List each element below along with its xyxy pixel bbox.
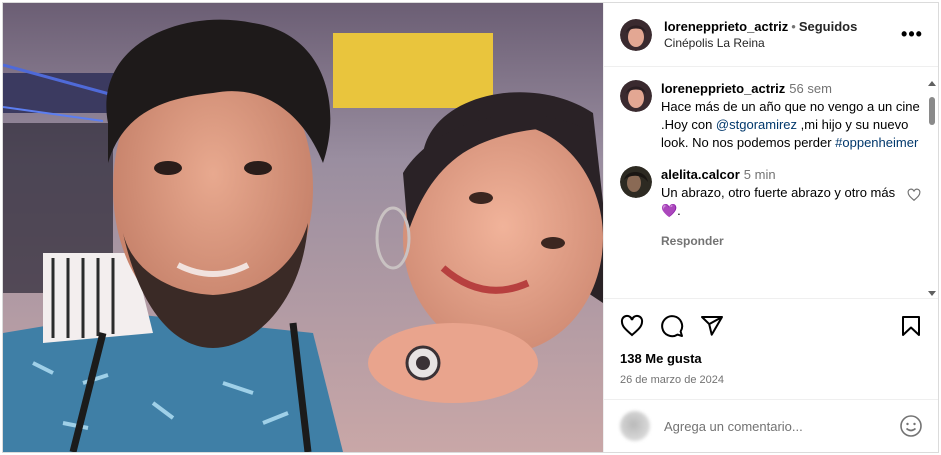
action-icons [620,313,923,339]
post-date[interactable]: 26 de marzo de 2024 [620,374,923,386]
share-icon[interactable] [700,314,724,338]
scroll-down-icon[interactable] [928,291,936,296]
scroll-up-icon[interactable] [928,81,936,86]
comment-body: alelita.calcor 5 min Un abrazo, otro fuer… [661,166,901,250]
comment-time[interactable]: 5 min [744,167,776,182]
post-photo[interactable] [3,3,603,452]
comment-like-icon[interactable] [907,188,923,250]
bookmark-icon[interactable] [899,314,923,338]
selfie-image [3,3,603,452]
viewer-avatar [620,411,650,441]
post-location[interactable]: Cinépolis La Reina [664,35,900,51]
comment-username[interactable]: alelita.calcor [661,167,740,182]
comment-row: alelita.calcor 5 min Un abrazo, otro fuer… [620,166,923,250]
comment-text: Un abrazo, otro fuerte abrazo y otro más… [661,185,896,218]
hashtag-link[interactable]: #oppenheimer [835,135,918,150]
comment-input[interactable] [664,418,899,434]
follow-status[interactable]: Seguidos [799,19,858,34]
comment-icon[interactable] [660,314,684,338]
emoji-icon[interactable] [899,414,923,438]
author-username[interactable]: lorenepprieto_actriz [664,19,788,34]
heart-icon[interactable] [620,314,644,338]
more-icon[interactable]: ••• [900,23,924,47]
comments-scrollbar[interactable] [928,81,936,296]
caption-username[interactable]: lorenepprieto_actriz [661,81,785,96]
caption-avatar[interactable] [620,80,652,112]
comments-list: lorenepprieto_actriz 56 sem Hace más de u… [604,68,938,298]
caption-body: lorenepprieto_actriz 56 sem Hace más de u… [661,80,923,152]
post-actions: 138 Me gusta 26 de marzo de 2024 [604,298,938,386]
separator-dot: • [791,18,796,34]
post-header: lorenepprieto_actriz • Seguidos Cinépolis … [604,3,938,67]
post-modal: lorenepprieto_actriz • Seguidos Cinépolis … [2,2,939,453]
likes-count[interactable]: 138 Me gusta [620,351,923,366]
comment-composer [604,399,938,452]
caption-time[interactable]: 56 sem [789,81,832,96]
post-side-panel: lorenepprieto_actriz • Seguidos Cinépolis … [603,3,938,452]
author-avatar[interactable] [620,18,652,51]
scroll-thumb[interactable] [929,97,935,125]
commenter-avatar[interactable] [620,166,652,198]
caption-text: Hace más de un año que no vengo a un cin… [661,98,923,152]
mention-link[interactable]: @stgoramirez [716,117,797,132]
header-text: lorenepprieto_actriz • Seguidos Cinépolis … [664,19,900,51]
caption-row: lorenepprieto_actriz 56 sem Hace más de u… [620,80,923,152]
reply-button[interactable]: Responder [661,232,901,250]
